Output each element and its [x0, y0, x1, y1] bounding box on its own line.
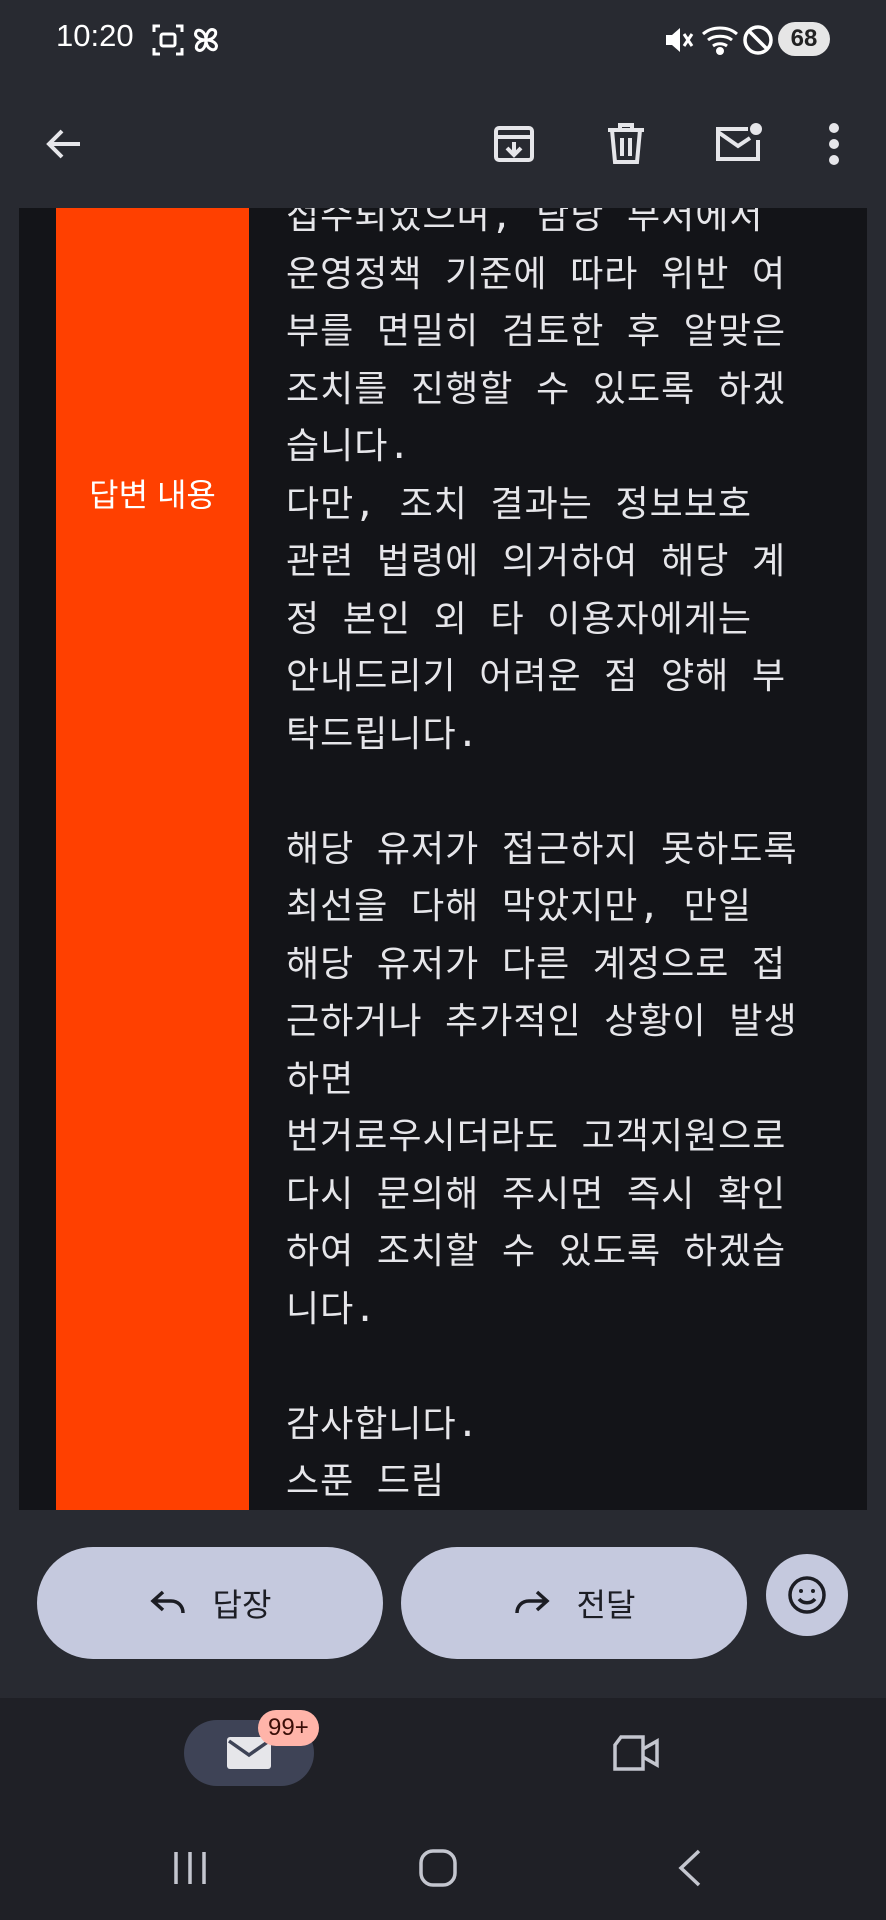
video-camera-icon — [613, 1735, 659, 1771]
trash-icon — [608, 123, 644, 164]
app-bar — [0, 80, 886, 208]
back-button[interactable] — [30, 110, 98, 178]
mark-unread-button[interactable] — [704, 110, 772, 178]
message-table: 답변 내용 접수되었으며, 담당 부서에서 운영정책 기준에 따라 위반 여 부… — [19, 208, 867, 1510]
action-bar: 답장 전달 — [0, 1510, 886, 1698]
reply-button[interactable]: 답장 — [37, 1547, 383, 1659]
screenshot-icon — [150, 22, 186, 58]
chevron-left-icon — [678, 1849, 701, 1887]
smiley-icon — [788, 1576, 826, 1614]
delete-button[interactable] — [592, 110, 660, 178]
home-button[interactable] — [408, 1840, 468, 1896]
emoji-reaction-button[interactable] — [766, 1554, 848, 1636]
forward-button[interactable]: 전달 — [401, 1547, 747, 1659]
pinwheel-icon — [188, 22, 224, 58]
reply-icon — [149, 1590, 185, 1614]
unread-count-badge: 99+ — [258, 1710, 319, 1746]
recent-apps-button[interactable] — [160, 1840, 220, 1896]
mute-icon — [660, 22, 696, 58]
archive-icon — [494, 126, 534, 162]
more-options-button[interactable] — [800, 110, 868, 178]
archive-button[interactable] — [480, 110, 548, 178]
back-arrow-icon — [46, 129, 80, 159]
more-vert-icon — [829, 123, 839, 165]
forward-icon — [514, 1590, 550, 1614]
bottom-navigation: 99+ — [0, 1698, 886, 1816]
nav-meet-tab[interactable] — [604, 1720, 670, 1786]
label-column: 답변 내용 — [56, 208, 249, 1510]
status-bar: 10:20 68 — [0, 0, 886, 80]
system-navigation — [0, 1816, 886, 1920]
battery-level: 68 — [778, 22, 830, 56]
answer-label: 답변 내용 — [89, 477, 216, 513]
mark-unread-icon — [716, 123, 762, 161]
home-icon — [419, 1849, 457, 1887]
wifi-icon — [700, 22, 738, 58]
recent-apps-icon — [174, 1852, 206, 1884]
message-content[interactable]: 답변 내용 접수되었으며, 담당 부서에서 운영정책 기준에 따라 위반 여 부… — [0, 208, 886, 1510]
forward-label: 전달 — [576, 1587, 636, 1623]
clock: 10:20 — [56, 18, 134, 53]
system-back-button[interactable] — [660, 1840, 720, 1896]
reply-label: 답장 — [212, 1587, 272, 1623]
answer-body: 접수되었으며, 담당 부서에서 운영정책 기준에 따라 위반 여 부를 면밀히 … — [286, 208, 798, 1502]
do-not-disturb-icon — [740, 22, 776, 58]
